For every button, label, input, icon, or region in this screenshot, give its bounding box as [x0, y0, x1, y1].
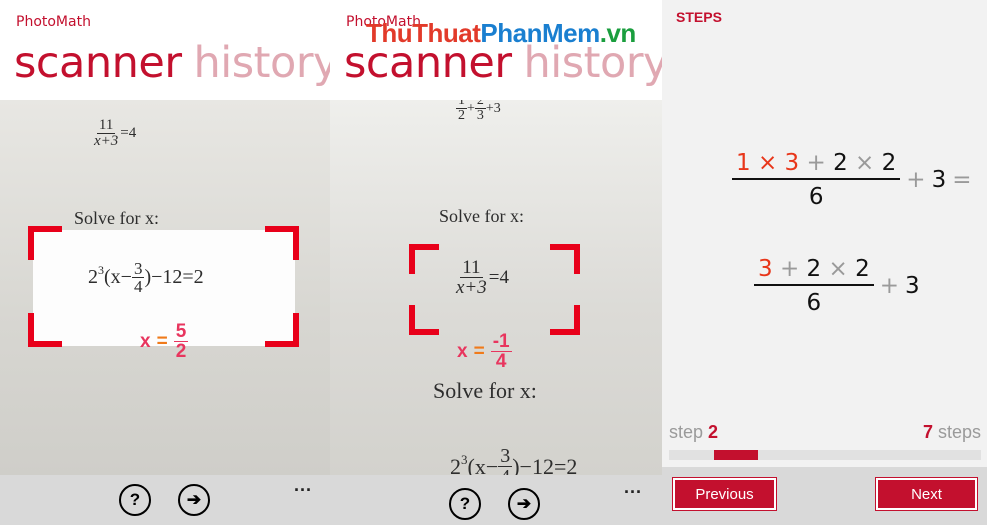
expr1-times-2: ×: [855, 150, 875, 176]
eq-top-d1: 2: [458, 108, 465, 123]
expr1-term-c: 2: [833, 150, 848, 176]
eq-top-d2: 3: [476, 108, 484, 123]
scan-frame-corner: [409, 305, 439, 335]
pivot-history[interactable]: history: [194, 38, 330, 88]
watermark-part-3: .vn: [599, 18, 637, 48]
expr1-plus-2: +: [906, 167, 926, 193]
expr1-times-1: ×: [757, 150, 778, 176]
pivot-header: scanner history: [14, 38, 330, 88]
step-current: 2: [708, 422, 719, 442]
answer-variable: x: [140, 330, 151, 352]
expr1-denominator: 6: [808, 184, 824, 210]
scan-frame-corner: [550, 244, 580, 274]
app-bar: ? ➔ ...: [330, 475, 662, 525]
eq-top-numerator: 11: [96, 117, 116, 134]
scan-frame-corner: [550, 305, 580, 335]
steps-title: STEPS: [676, 9, 722, 25]
arrow-right-icon: ➔: [516, 494, 532, 513]
eq-main-pre: (x−: [104, 266, 132, 288]
scan-frame-corner: [28, 226, 62, 260]
answer-equals: =: [473, 340, 485, 362]
app-bar: ? ➔ ...: [0, 475, 330, 525]
scan-frame-corner: [265, 313, 299, 347]
expr2-times: ×: [828, 256, 848, 282]
answer-equals: =: [156, 330, 168, 352]
previous-button[interactable]: Previous: [672, 477, 777, 511]
scan-frame-corner: [28, 313, 62, 347]
watermark-part-1: ThuThuat: [366, 18, 481, 48]
steps-word: steps: [937, 422, 981, 442]
question-icon: ?: [129, 490, 141, 509]
solve-label: Solve for x:: [74, 208, 159, 228]
expr1-term-a: 1: [736, 150, 751, 176]
arrow-right-icon: ➔: [186, 490, 202, 509]
step-progress-bar[interactable]: [669, 450, 981, 460]
scanner-screen-left: PhotoMath scanner history 11 x+3 =4 Solve f…: [0, 0, 330, 525]
expr1-equals: =: [952, 167, 972, 193]
answer-result: x = 5 2: [140, 321, 189, 362]
expr2-term-d: 3: [905, 273, 920, 299]
expr2-plus-1: +: [779, 256, 800, 282]
more-options-button[interactable]: ...: [294, 475, 312, 496]
eq-main-numerator: 3: [131, 259, 145, 278]
current-step-label: step 2: [669, 422, 718, 443]
total-steps-label: 7 steps: [923, 422, 981, 443]
eq-main-base: 2: [88, 266, 98, 288]
answer-variable: x: [457, 340, 468, 362]
step-expression-1: 1 × 3 + 2 × 2 6 + 3 =: [732, 150, 971, 210]
more-options-button[interactable]: ...: [624, 477, 642, 498]
answer-denominator: 4: [495, 351, 507, 372]
expr2-term-b: 2: [806, 256, 822, 282]
help-button[interactable]: ?: [119, 484, 151, 516]
camera-viewfinder: 11 x+3 =4 Solve for x: 2 3 (x− 3 4)−12=2 x = 5 2: [0, 100, 330, 475]
eq-denominator: x+3: [456, 277, 487, 298]
steps-total: 7: [922, 422, 933, 442]
expr1-term-d: 2: [881, 150, 897, 176]
solve-label: Solve for x:: [439, 206, 524, 226]
step-word: step: [669, 422, 704, 442]
scan-frame-corner: [409, 244, 439, 274]
answer-numerator: 5: [173, 321, 189, 342]
step-expression-2: 3 + 2 × 2 6 + 3: [754, 256, 920, 316]
eq-top-plus: +: [467, 100, 475, 116]
equation-main: 2 3 (x− 3 4)−12=2: [88, 260, 204, 295]
equation-top: 11 x+3 =4: [92, 118, 136, 149]
steps-screen: STEPS 1 × 3 + 2 × 2 6 + 3 = 3 + 2 × 2 6 …: [662, 0, 987, 525]
scan-frame-corner: [265, 226, 299, 260]
help-button[interactable]: ?: [449, 488, 481, 520]
eq-numerator: 11: [460, 257, 483, 278]
eq-rhs: =4: [488, 266, 509, 288]
answer-numerator: -1: [490, 331, 512, 352]
eq-bottom-numerator: 3: [498, 445, 513, 467]
watermark-logo: ThuThuatPhanMem.vn: [366, 18, 636, 49]
pivot-scanner[interactable]: scanner: [14, 38, 182, 88]
expr2-denominator: 6: [806, 290, 822, 316]
watermark-part-2: PhanMem: [480, 18, 600, 48]
expr2-plus-2: +: [879, 273, 900, 299]
scanner-screen-middle: 1 2 +2 3 +3 Solve for x: 11 x+3 =4 x = -1 4 Solve…: [330, 0, 662, 525]
answer-denominator: 2: [175, 341, 187, 362]
eq-top-denominator: x+3: [94, 133, 119, 149]
expr2-term-a: 3: [758, 256, 773, 282]
app-name: PhotoMath: [16, 14, 91, 30]
answer-result: x = -1 4: [457, 332, 512, 371]
go-button[interactable]: ➔: [508, 488, 540, 520]
expr2-term-c: 2: [855, 256, 870, 282]
question-icon: ?: [459, 494, 471, 513]
camera-viewfinder: 1 2 +2 3 +3 Solve for x: 11 x+3 =4 x = -1 4 Solve…: [330, 94, 662, 487]
expr1-term-e: 3: [931, 167, 947, 193]
expr1-plus-1: +: [806, 150, 826, 176]
expr1-term-b: 3: [784, 150, 800, 176]
eq-main-denominator: 4: [133, 277, 143, 296]
eq-main-post: )−12=2: [144, 266, 204, 288]
equation-scanned: 11 x+3 =4: [454, 258, 509, 297]
solve-label-2: Solve for x:: [433, 378, 537, 403]
step-navigation-bar: Previous Next: [662, 467, 987, 525]
eq-top-rhs: =4: [120, 124, 137, 141]
step-progress-fill: [713, 450, 759, 460]
next-button[interactable]: Next: [875, 477, 978, 511]
eq-top-tail: +3: [485, 100, 501, 116]
go-button[interactable]: ➔: [178, 484, 210, 516]
